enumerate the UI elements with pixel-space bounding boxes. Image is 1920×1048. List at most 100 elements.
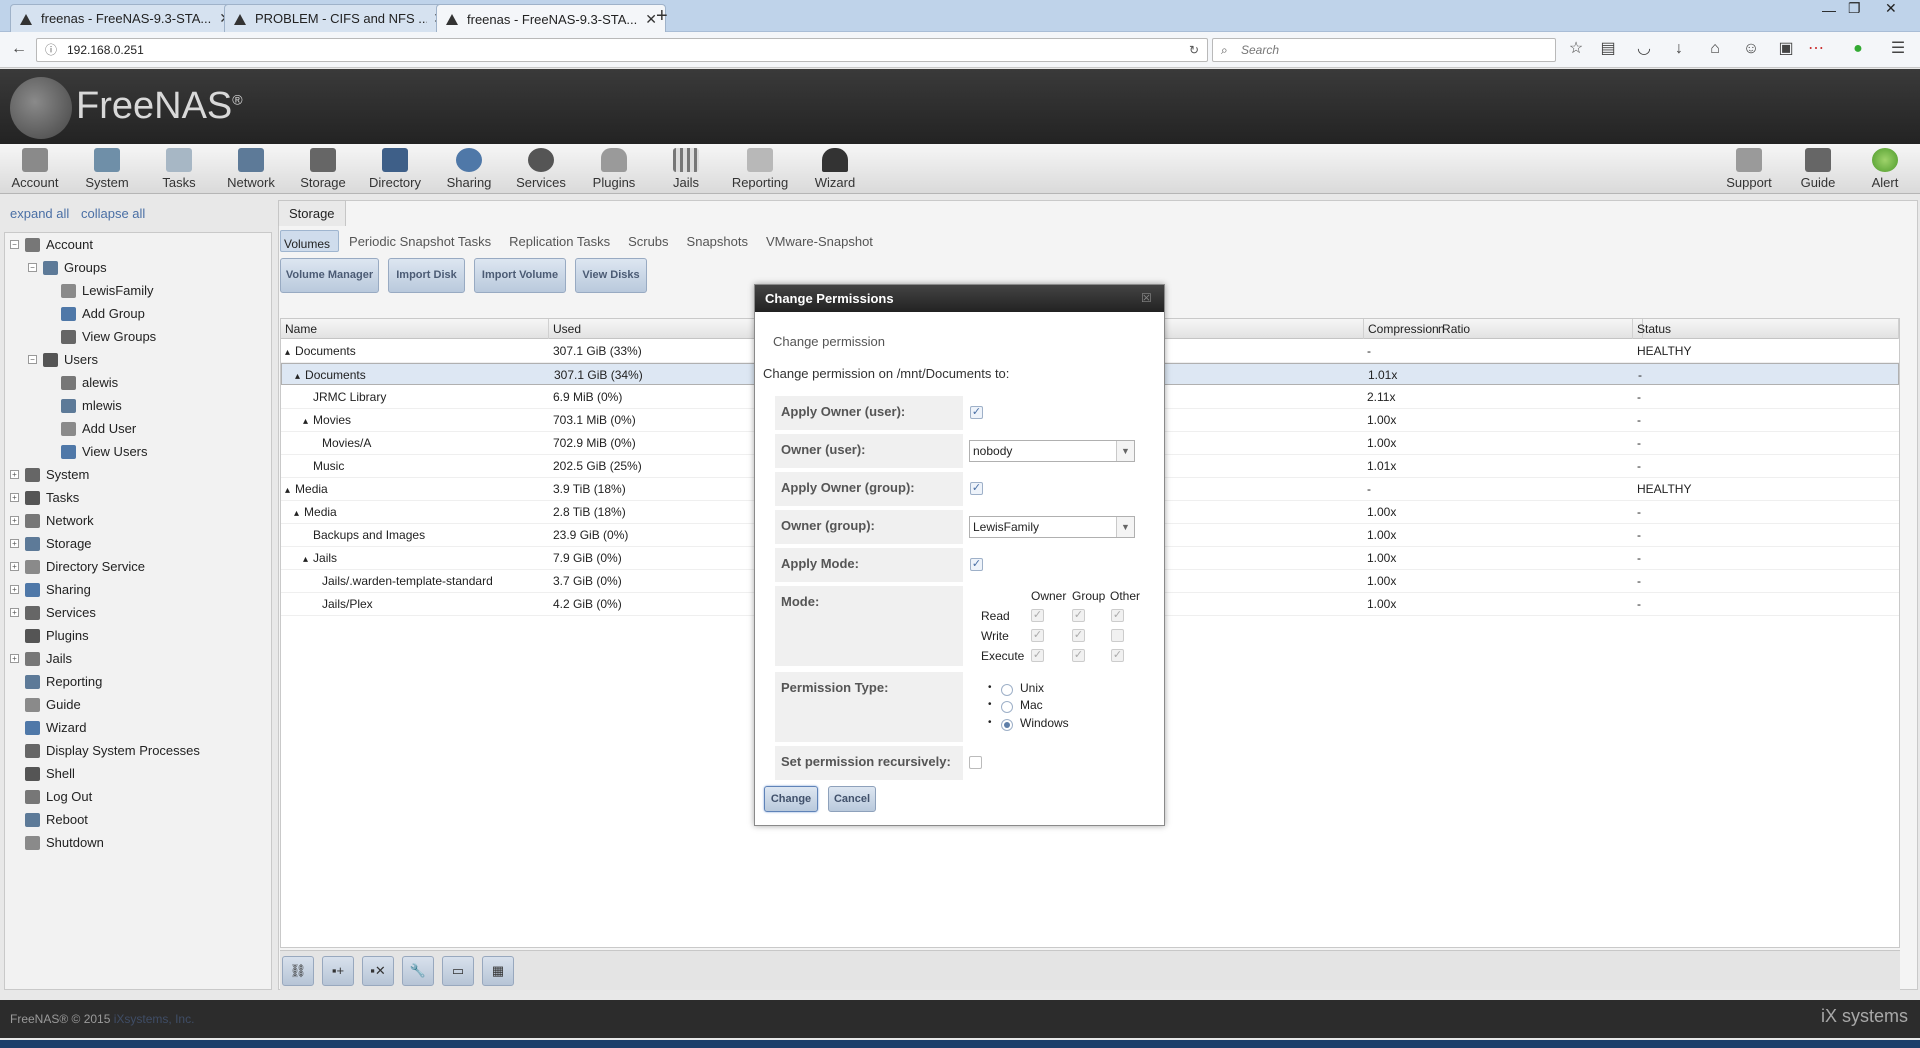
menu-network[interactable]: Network [217,148,285,190]
tree-item[interactable]: + Jails [10,651,72,666]
expand-icon[interactable]: + [10,516,19,525]
tree-item[interactable]: View Users [46,444,148,459]
delete-dataset-icon[interactable]: ▪✕ [362,956,394,986]
tab-storage[interactable]: Storage [278,200,346,226]
collapse-icon[interactable]: − [28,355,37,364]
mode-owner-write-checkbox[interactable]: ✓ [1031,629,1044,642]
tree-item[interactable]: alewis [46,375,118,390]
apply-owner-user-checkbox[interactable]: ✓ [970,406,983,419]
volume-status-icon[interactable]: ▦ [482,956,514,986]
tree-item[interactable]: Guide [10,697,81,712]
expand-triangle-icon[interactable]: ▴ [285,485,290,496]
permission-type-unix-radio[interactable] [1001,684,1013,696]
expand-icon[interactable]: + [10,539,19,548]
view-disks-button[interactable]: View Disks [575,258,647,293]
reload-icon[interactable]: ↻ [1189,39,1199,61]
mode-group-write-checkbox[interactable]: ✓ [1072,629,1085,642]
reading-list-icon[interactable]: ▤ [1599,40,1617,58]
menu-system[interactable]: System [73,148,141,190]
owner-group-select[interactable]: LewisFamily ▼ [969,516,1135,538]
expand-icon[interactable]: + [10,608,19,617]
mode-owner-execute-checkbox[interactable]: ✓ [1031,649,1044,662]
recursive-checkbox[interactable] [969,756,982,769]
create-zvol-icon[interactable]: ▭ [442,956,474,986]
volume-manager-button[interactable]: Volume Manager [280,258,379,293]
tree-item[interactable]: Plugins [10,628,89,643]
pocket-icon[interactable]: ◡ [1635,40,1653,58]
new-tab-button[interactable]: + [656,5,668,28]
expand-icon[interactable]: + [10,470,19,479]
tree-item[interactable]: + Directory Service [10,559,145,574]
menu-alert[interactable]: Alert [1851,148,1919,190]
menu-sharing[interactable]: Sharing [435,148,503,190]
menu-services[interactable]: Services [507,148,575,190]
apply-owner-group-checkbox[interactable]: ✓ [970,482,983,495]
tree-item[interactable]: + Storage [10,536,92,551]
expand-icon[interactable]: + [10,562,19,571]
mode-owner-read-checkbox[interactable]: ✓ [1031,609,1044,622]
mode-other-write-checkbox[interactable] [1111,629,1124,642]
tree-item[interactable]: Log Out [10,789,92,804]
tree-item[interactable]: − Groups [28,260,107,275]
menu-support[interactable]: Support [1715,148,1783,190]
expand-triangle-icon[interactable]: ▴ [303,554,308,565]
tree-item[interactable]: + Network [10,513,94,528]
menu-guide[interactable]: Guide [1784,148,1852,190]
close-window-icon[interactable]: ✕ [1885,0,1897,17]
apply-mode-checkbox[interactable]: ✓ [970,558,983,571]
subtab-vmware-snapshot[interactable]: VMware-Snapshot [758,231,881,252]
subtab-periodic-snapshot-tasks[interactable]: Periodic Snapshot Tasks [341,231,499,252]
url-bar[interactable]: ⓘ 192.168.0.251 ↻ [36,38,1208,62]
tree-item[interactable]: Add User [46,421,136,436]
browser-tab-3[interactable]: freenas - FreeNAS-9.3-STA... ✕ [436,4,666,33]
tree-item[interactable]: Reporting [10,674,102,689]
maximize-window-icon[interactable]: ❐ [1848,0,1861,17]
menu-tasks[interactable]: Tasks [145,148,213,190]
expand-triangle-icon[interactable]: ▴ [285,347,290,358]
menu-plugins[interactable]: Plugins [580,148,648,190]
expand-all-link[interactable]: expand all [10,206,69,221]
column-header-status[interactable]: Status [1633,319,1899,339]
expand-icon[interactable]: + [10,585,19,594]
subtab-volumes[interactable]: Volumes [280,230,340,252]
company-link[interactable]: iXsystems, Inc. [114,1012,195,1026]
detach-volume-icon[interactable]: ⛓ [282,956,314,986]
addon-icon[interactable]: ⋯ [1807,40,1825,58]
permission-type-windows-radio[interactable] [1001,719,1013,731]
back-arrow-icon[interactable]: ← [10,40,28,58]
owner-user-select[interactable]: nobody ▼ [969,440,1135,462]
browser-tab-2[interactable]: PROBLEM - CIFS and NFS ... ✕ [224,4,454,32]
tree-item[interactable]: View Groups [46,329,156,344]
dialog-close-icon[interactable]: ☒ [1141,285,1152,312]
create-dataset-icon[interactable]: ▪+ [322,956,354,986]
column-header-name[interactable]: Name [281,319,549,339]
tree-item[interactable]: + Services [10,605,96,620]
menu-storage[interactable]: Storage [289,148,357,190]
mode-group-execute-checkbox[interactable]: ✓ [1072,649,1085,662]
import-volume-button[interactable]: Import Volume [474,258,566,293]
column-header-compression-ratio[interactable]: Compression Ratio [1363,319,1633,339]
cancel-button[interactable]: Cancel [828,786,876,812]
minimize-window-icon[interactable]: — [1822,2,1836,18]
collapse-icon[interactable]: − [28,263,37,272]
tree-item[interactable]: Shutdown [10,835,104,850]
tree-item[interactable]: Add Group [46,306,145,321]
hamburger-menu-icon[interactable]: ☰ [1889,40,1907,58]
menu-reporting[interactable]: Reporting [726,148,794,190]
tree-item[interactable]: mlewis [46,398,122,413]
import-disk-button[interactable]: Import Disk [388,258,465,293]
expand-icon[interactable]: + [10,654,19,663]
subtab-replication-tasks[interactable]: Replication Tasks [501,231,618,252]
expand-triangle-icon[interactable]: ▴ [295,371,300,382]
collapse-icon[interactable]: − [10,240,19,249]
tree-item[interactable]: + Tasks [10,490,79,505]
browser-search-box[interactable]: ⌕ Search [1212,38,1556,62]
tree-item[interactable]: + System [10,467,89,482]
download-icon[interactable]: ↓ [1670,40,1688,58]
tree-item[interactable]: LewisFamily [46,283,154,298]
edit-options-icon[interactable]: 🔧 [402,956,434,986]
info-icon[interactable]: ⓘ [45,39,57,61]
permission-type-mac-radio[interactable] [1001,701,1013,713]
tree-item[interactable]: Display System Processes [10,743,200,758]
change-button[interactable]: Change [764,786,818,812]
